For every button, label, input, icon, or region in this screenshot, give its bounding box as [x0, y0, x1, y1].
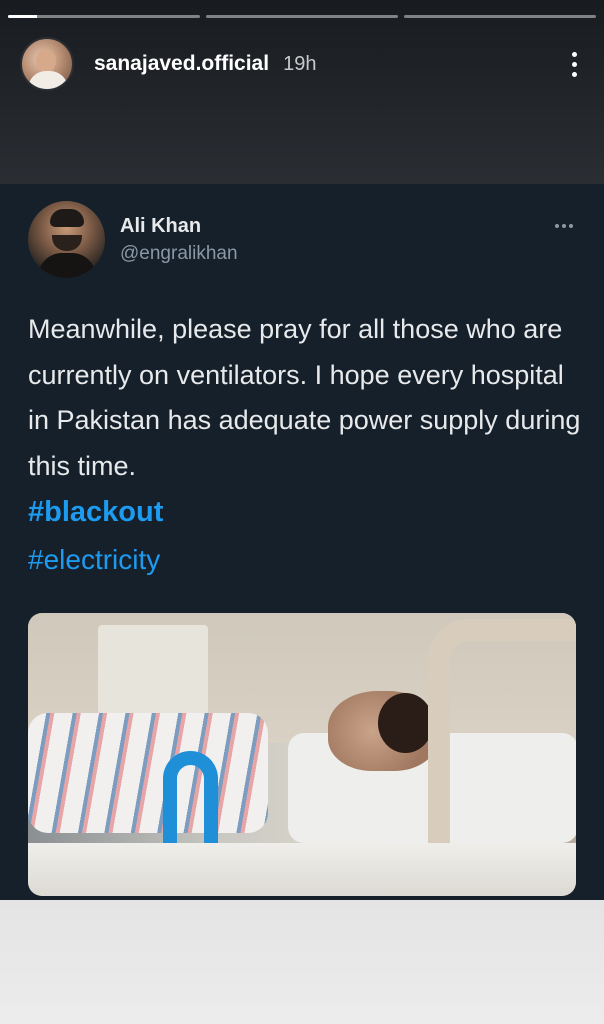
kebab-menu-icon[interactable] [564, 49, 584, 79]
story-progress-bars [8, 15, 596, 19]
story-header-area: sanajaved.official 19h [0, 0, 604, 184]
tweet-body-text: Meanwhile, please pray for all those who… [28, 314, 581, 481]
story-progress-segment [8, 15, 200, 18]
tweet-card[interactable]: Ali Khan @engralikhan Meanwhile, please … [0, 184, 604, 900]
story-progress-fill [8, 15, 37, 18]
photo-child-hair [378, 693, 433, 753]
story-progress-segment [206, 15, 398, 18]
story-bottom-area [0, 900, 604, 1024]
tweet-header: Ali Khan @engralikhan [28, 201, 576, 279]
photo-blanket [28, 713, 268, 833]
story-progress-segment [404, 15, 596, 18]
story-avatar[interactable] [20, 37, 74, 91]
more-horizontal-icon[interactable] [552, 221, 576, 231]
avatar-beard [52, 235, 82, 251]
avatar-hair [50, 209, 84, 227]
hashtag-blackout[interactable]: #blackout [28, 496, 163, 529]
story-timestamp: 19h [283, 52, 317, 75]
story-user-row: sanajaved.official 19h [20, 36, 584, 92]
tweet-author-name[interactable]: Ali Khan [120, 215, 201, 238]
tweet-author-avatar[interactable] [28, 201, 105, 278]
avatar-face [36, 49, 56, 73]
avatar-body [38, 253, 96, 278]
photo-monitor [98, 625, 208, 715]
hashtag-electricity[interactable]: #electricity [28, 544, 160, 576]
photo-sheet [28, 843, 576, 896]
photo-bed-rail [428, 619, 576, 869]
tweet-author-handle[interactable]: @engralikhan [120, 243, 238, 265]
story-username[interactable]: sanajaved.official [94, 52, 269, 76]
avatar-shirt [28, 71, 68, 89]
tweet-photo[interactable] [28, 613, 576, 896]
